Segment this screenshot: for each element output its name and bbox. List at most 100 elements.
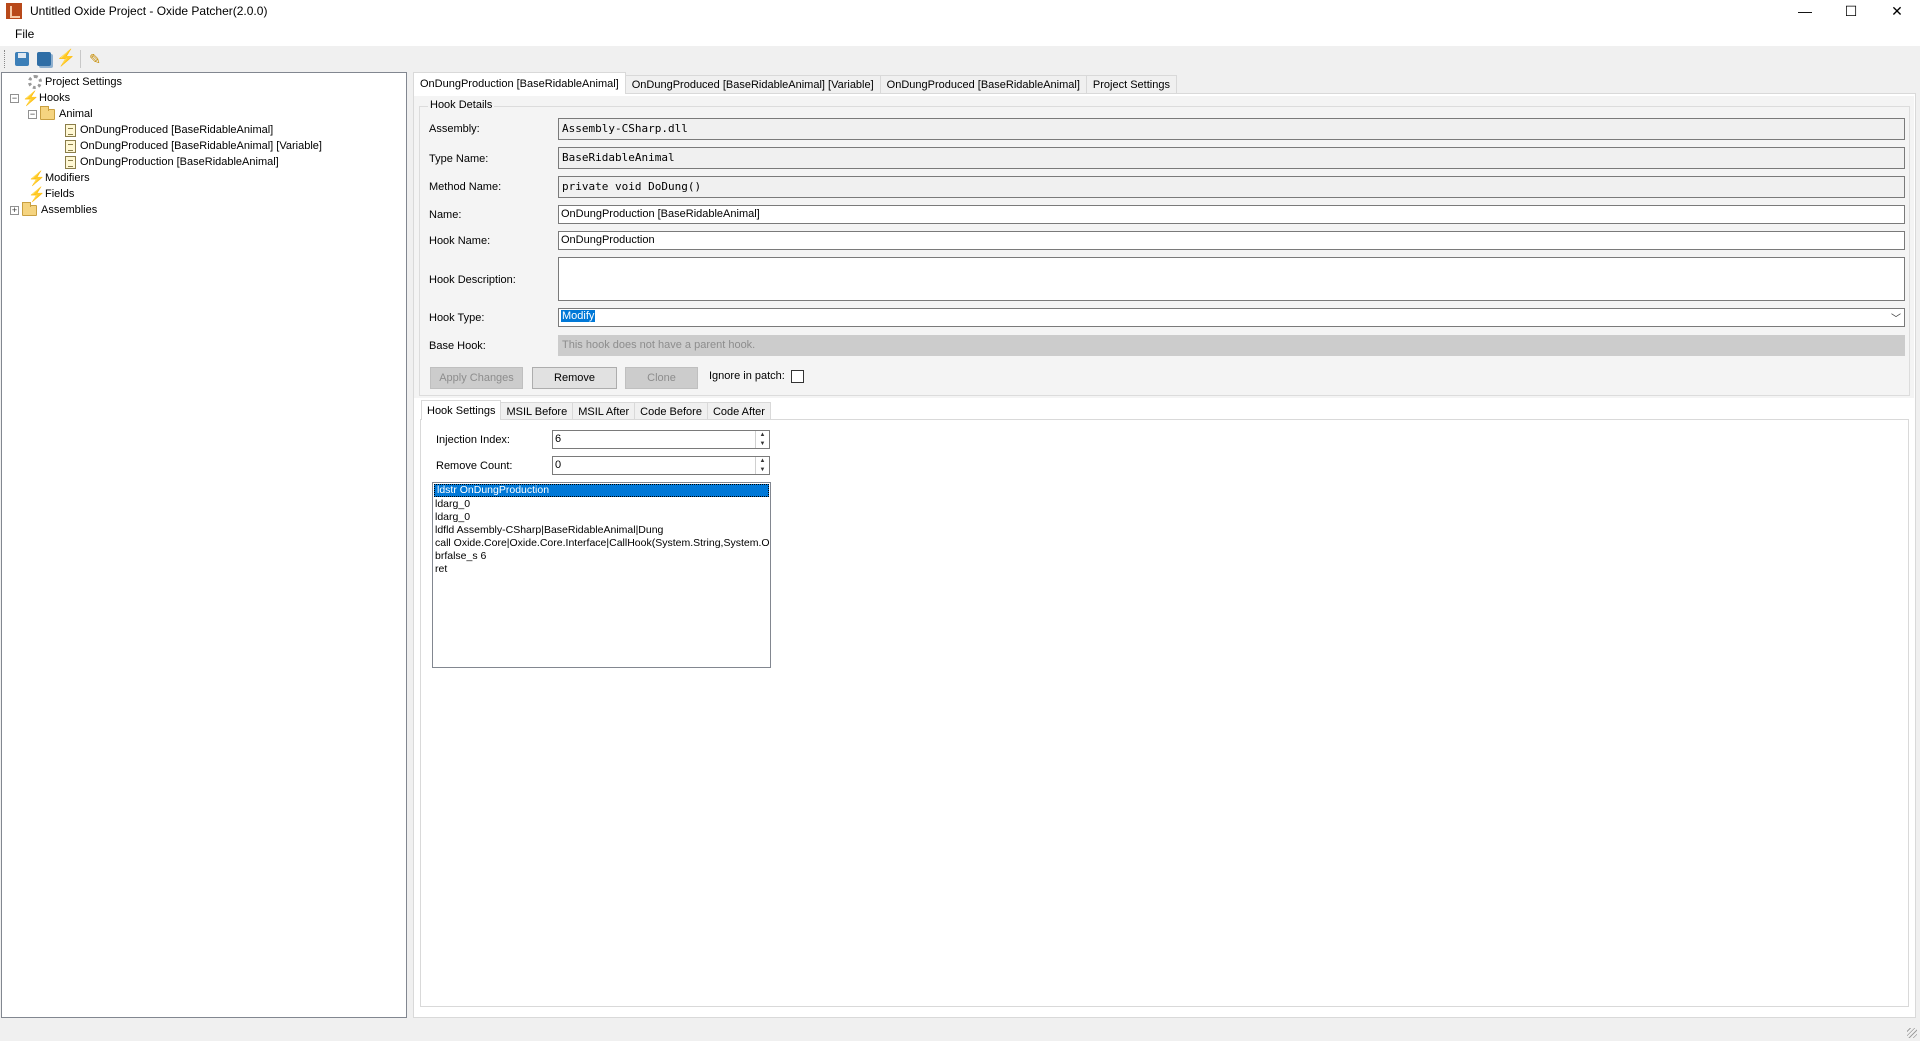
hook-description-field[interactable] [558,257,1905,301]
tab-project-settings[interactable]: Project Settings [1085,75,1177,94]
name-label: Name: [429,209,462,221]
title-bar: Untitled Oxide Project - Oxide Patcher(2… [0,0,1920,22]
tab-ondungproduced[interactable]: OnDungProduced [BaseRidableAnimal] [879,75,1087,94]
list-item[interactable]: ldarg_0 [433,511,770,524]
expand-icon[interactable]: + [10,205,19,215]
spin-buttons[interactable]: ▲ ▼ [755,431,769,448]
field-icon: ⚡ [28,186,46,202]
tree-item-label: Animal [59,108,93,120]
type-name-label: Type Name: [429,153,489,165]
tree-item-label: Assemblies [41,204,98,216]
toolbar: ⚡ ✎ [0,46,1920,72]
chevron-down-icon[interactable]: ﹀ [1891,310,1901,325]
wand-icon: ✎ [89,51,101,67]
list-item[interactable]: ldstr OnDungProduction [434,484,769,497]
name-field[interactable]: OnDungProduction [BaseRidableAnimal] [558,205,1905,224]
remove-count-label: Remove Count: [436,460,513,472]
modifier-icon: ⚡ [28,170,46,186]
patch-button[interactable]: ✎ [84,48,106,70]
hook-tabs: OnDungProduction [BaseRidableAnimal] OnD… [413,72,1177,94]
hook-type-label: Hook Type: [429,312,485,324]
clone-button[interactable]: Clone [625,367,698,389]
up-arrow-icon[interactable]: ▲ [756,457,769,466]
menu-file[interactable]: File [0,27,42,41]
project-tree[interactable]: Project Settings − ⚡ Hooks − Animal OnDu… [1,72,407,1018]
toolbar-grip[interactable] [4,50,7,68]
resize-grip-icon[interactable] [1907,1028,1917,1038]
tree-item-label: Hooks [39,92,71,104]
remove-count-stepper[interactable]: 0 ▲ ▼ [552,456,770,475]
base-hook-field: This hook does not have a parent hook. [558,335,1905,356]
up-arrow-icon[interactable]: ▲ [756,431,769,440]
tab-msil-after[interactable]: MSIL After [572,402,636,420]
maximize-button[interactable]: ☐ [1828,0,1874,22]
spin-buttons[interactable]: ▲ ▼ [755,457,769,474]
down-arrow-icon[interactable]: ▼ [756,440,769,449]
window-title: Untitled Oxide Project - Oxide Patcher(2… [30,4,268,18]
collapse-icon[interactable]: − [10,93,19,103]
tree-item-fields[interactable]: ⚡ Fields [28,186,74,202]
status-bar [0,1018,1920,1041]
down-arrow-icon[interactable]: ▼ [756,466,769,475]
tree-item-assemblies[interactable]: + Assemblies [10,201,98,218]
tab-msil-before[interactable]: MSIL Before [500,402,574,420]
tab-ondungproduced-variable[interactable]: OnDungProduced [BaseRidableAnimal] [Vari… [624,75,881,94]
base-hook-label: Base Hook: [429,340,486,352]
group-title: Hook Details [428,99,495,111]
tree-item-hooks[interactable]: − ⚡ Hooks [10,90,70,106]
tree-item-hook[interactable]: OnDungProduced [BaseRidableAnimal] [Vari… [65,138,322,154]
ignore-in-patch-checkbox[interactable] [791,370,804,383]
remove-count-value: 0 [555,459,562,471]
remove-button[interactable]: Remove [532,367,617,389]
app-icon [6,3,22,19]
tree-item-label: OnDungProduction [BaseRidableAnimal] [80,156,279,168]
hook-type-value: Modify [561,310,596,322]
tree-item-modifiers[interactable]: ⚡ Modifiers [28,170,90,186]
type-name-field[interactable]: BaseRidableAnimal [558,147,1905,169]
assembly-field[interactable]: Assembly-CSharp.dll [558,118,1905,140]
hook-button[interactable]: ⚡ [55,48,77,70]
apply-changes-button[interactable]: Apply Changes [430,367,523,389]
hook-description-label: Hook Description: [429,274,516,286]
folder-icon [22,201,37,216]
tree-item-label: Project Settings [45,76,123,88]
window-controls: — ☐ ✕ [1782,0,1920,22]
ignore-in-patch-label: Ignore in patch: [709,370,785,382]
tree-item-hook[interactable]: OnDungProduced [BaseRidableAnimal] [65,122,273,138]
minimize-button[interactable]: — [1782,0,1828,22]
save-as-button[interactable] [33,48,55,70]
hook-type-select[interactable]: Modify ﹀ [558,308,1905,327]
list-item[interactable]: ldfld Assembly-CSharp|BaseRidableAnimal|… [433,524,770,537]
tree-item-hook[interactable]: OnDungProduction [BaseRidableAnimal] [65,154,279,170]
save-as-icon [37,52,51,66]
close-button[interactable]: ✕ [1874,0,1920,22]
tab-code-after[interactable]: Code After [706,402,771,420]
hook-sub-tabs: Hook Settings MSIL Before MSIL After Cod… [421,400,771,420]
method-name-field[interactable]: private void DoDung() [558,176,1905,198]
tab-ondungproduction[interactable]: OnDungProduction [BaseRidableAnimal] [413,72,626,94]
save-button[interactable] [11,48,33,70]
hook-file-icon [65,139,76,153]
list-item[interactable]: ldarg_0 [433,498,770,511]
tab-hook-settings[interactable]: Hook Settings [421,400,502,420]
tab-code-before[interactable]: Code Before [634,402,708,420]
tree-item-label: OnDungProduced [BaseRidableAnimal] [80,124,274,136]
injection-index-stepper[interactable]: 6 ▲ ▼ [552,430,770,449]
list-item[interactable]: call Oxide.Core|Oxide.Core.Interface|Cal… [433,537,770,550]
tree-item-label: OnDungProduced [BaseRidableAnimal] [Vari… [80,140,322,152]
toolbar-separator [80,50,81,68]
tree-item-label: Fields [45,188,75,200]
tree-item-animal[interactable]: − Animal [28,105,93,122]
list-item[interactable]: brfalse_s 6 [433,550,770,563]
hook-file-icon [65,155,76,169]
tree-item-project-settings[interactable]: Project Settings [28,74,122,90]
hook-name-field[interactable]: OnDungProduction [558,231,1905,250]
hook-file-icon [65,123,76,137]
tree-item-label: Modifiers [45,172,90,184]
list-item[interactable]: ret [433,563,770,576]
hook-name-label: Hook Name: [429,235,491,247]
collapse-icon[interactable]: − [28,109,37,119]
instruction-list[interactable]: ldstr OnDungProduction ldarg_0 ldarg_0 l… [432,482,771,668]
injection-index-label: Injection Index: [436,434,510,446]
method-name-label: Method Name: [429,181,502,193]
